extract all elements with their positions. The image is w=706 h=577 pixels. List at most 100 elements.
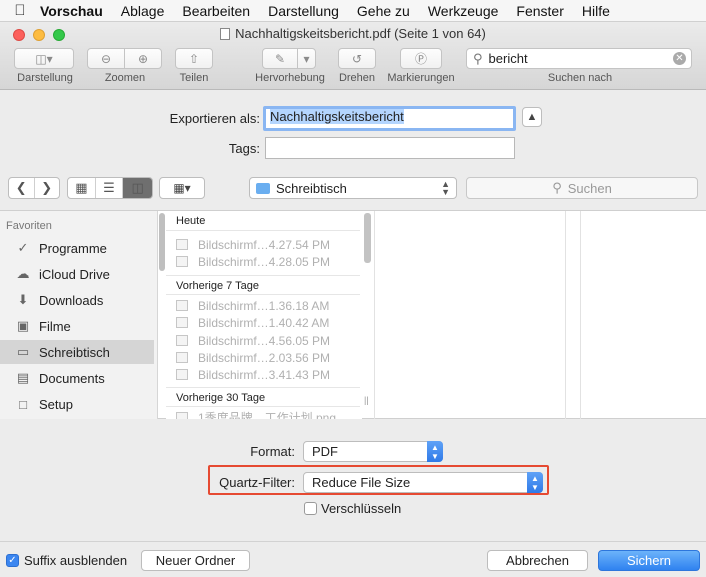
filename-field[interactable]: Nachhaltigskeitsbericht: [263, 106, 516, 131]
image-file-icon: [176, 256, 188, 267]
sidebar-item-setup[interactable]: □ Setup: [0, 392, 154, 416]
menu-hilfe[interactable]: Hilfe: [582, 3, 610, 19]
grid-icon: ▦: [75, 180, 88, 195]
zoom-in-button[interactable]: ⊕: [124, 48, 162, 69]
icon-view-button[interactable]: ▦: [68, 178, 96, 198]
search-icon: ⚲: [552, 180, 562, 195]
image-file-icon: [176, 412, 188, 419]
menu-bearbeiten[interactable]: Bearbeiten: [182, 3, 250, 19]
file-name: Bildschirmf…1.40.42 AM: [198, 315, 330, 330]
format-popup[interactable]: PDF ▲ ▼: [303, 441, 443, 462]
encrypt-label: Verschlüsseln: [321, 501, 402, 516]
sidebar-item-documents[interactable]: ▤ Documents: [0, 366, 154, 390]
clear-search-icon[interactable]: ✕: [673, 52, 686, 65]
window-toolbar: Nachhaltigskeitsbericht.pdf (Seite 1 von…: [0, 22, 706, 90]
rotate-icon: ↺: [351, 51, 363, 66]
tags-label: Tags:: [228, 141, 260, 156]
columns-icon: ◫: [131, 180, 144, 195]
file-browser: Favoriten ✓ Programme ☁ iCloud Drive ⬇ D…: [0, 210, 706, 419]
menu-fenster[interactable]: Fenster: [516, 3, 563, 19]
updown-arrows-icon: ▲ ▼: [527, 472, 543, 493]
file-item[interactable]: Bildschirmf…1.40.42 AM: [176, 314, 360, 331]
folder-icon: [256, 182, 270, 194]
dialog-search-field[interactable]: ⚲ Suchen: [466, 177, 698, 199]
quartz-filter-popup[interactable]: Reduce File Size ▲ ▼: [303, 472, 543, 493]
files-column-scrollbar[interactable]: [364, 213, 371, 263]
sidebar-item-icloud-drive[interactable]: ☁ iCloud Drive: [0, 262, 154, 286]
location-value: Schreibtisch: [276, 180, 347, 196]
menu-ablage[interactable]: Ablage: [121, 3, 165, 19]
chevron-down-icon: ▾: [303, 51, 310, 66]
zoom-out-button[interactable]: ⊖: [87, 48, 125, 69]
download-icon: ⬇: [17, 292, 29, 307]
chevron-left-icon: ❮: [15, 180, 27, 195]
list-view-button[interactable]: ☰: [96, 178, 124, 198]
file-item[interactable]: Bildschirmf…3.41.43 PM: [176, 366, 360, 383]
back-button[interactable]: ❮: [9, 178, 35, 198]
file-name: Bildschirmf…3.41.43 PM: [198, 367, 331, 382]
file-name: Bildschirmf…4.28.05 PM: [198, 254, 331, 269]
apple-menu-icon[interactable]: : [0, 2, 40, 19]
column-view-button[interactable]: ◫: [123, 178, 152, 198]
toolbar-label-suchen-nach: Suchen nach: [547, 72, 613, 84]
menu-gehe-zu[interactable]: Gehe zu: [357, 3, 410, 19]
location-popup[interactable]: Schreibtisch ▲ ▼: [249, 177, 457, 199]
file-item[interactable]: Bildschirmf…2.03.56 PM: [176, 349, 360, 366]
hide-extension-checkbox[interactable]: ✓: [6, 554, 19, 567]
file-item[interactable]: Bildschirmf…4.28.05 PM: [176, 253, 360, 270]
updown-arrows-icon: ▲ ▼: [441, 179, 450, 197]
window-title-bar: Nachhaltigskeitsbericht.pdf (Seite 1 von…: [0, 26, 706, 41]
file-item[interactable]: 1季度品牌…工作计划.png: [176, 409, 360, 419]
sidebar-item-downloads[interactable]: ⬇ Downloads: [0, 288, 154, 312]
encrypt-checkbox[interactable]: [304, 502, 317, 515]
chevron-right-icon: ❯: [41, 180, 53, 195]
share-icon: ⇧: [188, 51, 200, 66]
zoom-in-icon: ⊕: [137, 51, 149, 66]
new-folder-button[interactable]: Neuer Ordner: [141, 550, 250, 571]
sidebar-item-label: Filme: [39, 318, 71, 334]
collapse-dialog-button[interactable]: ▲: [522, 107, 542, 127]
sidebar-item-programme[interactable]: ✓ Programme: [0, 236, 154, 260]
toolbar-label-drehen: Drehen: [338, 72, 376, 84]
file-item[interactable]: Bildschirmf…4.56.05 PM: [176, 332, 360, 349]
highlighter-icon: ✎: [274, 51, 286, 66]
format-value: PDF: [312, 444, 338, 459]
dialog-search-placeholder: Suchen: [567, 180, 612, 196]
markup-pen-icon: Ⓟ: [414, 52, 427, 66]
quartz-filter-value: Reduce File Size: [312, 475, 411, 490]
zoom-out-icon: ⊖: [100, 51, 112, 66]
toolbar-label-teilen: Teilen: [179, 72, 209, 84]
highlight-button[interactable]: ✎: [262, 48, 298, 69]
tags-field[interactable]: [265, 137, 515, 159]
toolbar-search-field[interactable]: ⚲ bericht ✕: [466, 48, 692, 69]
sidebar-item-schreibtisch[interactable]: ▭ Schreibtisch: [0, 340, 154, 364]
group-header-month: Vorherige 30 Tage: [166, 387, 360, 407]
forward-button[interactable]: ❯: [35, 178, 60, 198]
sidebar-scrollbar[interactable]: [159, 213, 165, 271]
image-file-icon: [176, 239, 188, 250]
toolbar-label-darstellung: Darstellung: [17, 72, 73, 84]
save-button[interactable]: Sichern: [598, 550, 700, 571]
file-item[interactable]: Bildschirmf…4.27.54 PM: [176, 236, 360, 253]
rotate-button[interactable]: ↺: [338, 48, 376, 69]
markup-button[interactable]: Ⓟ: [400, 48, 442, 69]
column-divider: [374, 211, 375, 419]
view-menu-button[interactable]: ◫▾: [14, 48, 74, 69]
highlight-menu-button[interactable]: ▾: [297, 48, 316, 69]
menu-werkzeuge[interactable]: Werkzeuge: [428, 3, 499, 19]
menu-app[interactable]: Vorschau: [40, 3, 103, 19]
cancel-button[interactable]: Abbrechen: [487, 550, 588, 571]
chevron-up-icon: ▲: [526, 111, 538, 123]
export-as-label: Exportieren als:: [169, 111, 260, 126]
document-icon: [220, 28, 231, 40]
menu-darstellung[interactable]: Darstellung: [268, 3, 339, 19]
sidebar-item-filme[interactable]: ▣ Filme: [0, 314, 154, 338]
share-button[interactable]: ⇧: [175, 48, 213, 69]
sidebar: Favoriten ✓ Programme ☁ iCloud Drive ⬇ D…: [0, 211, 158, 419]
column-resize-grip-icon[interactable]: ||: [364, 395, 369, 405]
file-item[interactable]: Bildschirmf…1.36.18 AM: [176, 297, 360, 314]
format-label: Format:: [250, 444, 295, 459]
image-file-icon: [176, 317, 188, 328]
group-view-button[interactable]: ▦▾: [159, 177, 205, 199]
files-column: Heute Bildschirmf…4.27.54 PM Bildschirmf…: [166, 211, 362, 419]
